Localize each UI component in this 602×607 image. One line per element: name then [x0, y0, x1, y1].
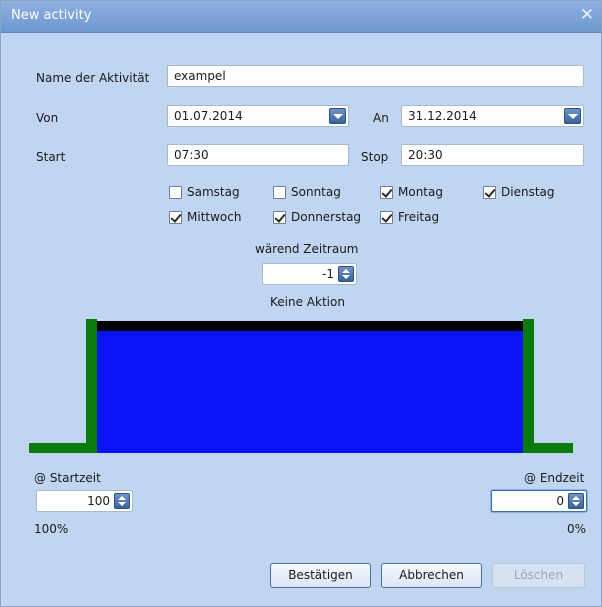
checkbox-freitag[interactable]: Freitag [380, 210, 439, 224]
checkbox-box [380, 185, 393, 199]
checkbox-label: Freitag [398, 210, 440, 224]
end-level-value: 0 [556, 494, 564, 508]
close-icon[interactable]: ✕ [576, 3, 598, 27]
spinner-icon[interactable] [568, 493, 584, 509]
an-date-picker[interactable]: 31.12.2014 [401, 105, 584, 127]
window-title: New activity [11, 8, 92, 23]
title-bar: New activity ✕ [1, 1, 601, 33]
confirm-button[interactable]: Bestätigen [270, 563, 371, 588]
start-level-spinner[interactable]: 100 [36, 490, 133, 512]
end-edge [523, 319, 534, 453]
new-activity-dialog: New activity ✕ Name der Aktivität Von 01… [0, 0, 602, 607]
period-label: wärend Zeitraum [255, 242, 359, 256]
checkbox-samstag[interactable]: Samstag [169, 185, 240, 199]
spinner-icon[interactable] [338, 266, 354, 282]
checkbox-label: Donnerstag [291, 210, 362, 224]
spin-up-icon[interactable] [118, 496, 126, 500]
spin-up-icon[interactable] [342, 269, 350, 273]
spin-up-icon[interactable] [572, 496, 580, 500]
checkbox-label: Dienstag [501, 185, 555, 199]
checkbox-box [273, 185, 286, 199]
action-text: Keine Aktion [270, 295, 345, 309]
period-spinner[interactable]: -1 [262, 263, 357, 285]
checkbox-label: Samstag [187, 185, 240, 199]
end-percent: 0% [567, 522, 587, 536]
checkbox-montag[interactable]: Montag [380, 185, 443, 199]
von-label: Von [36, 111, 59, 125]
von-date-picker[interactable]: 01.07.2014 [167, 105, 349, 127]
end-level-spinner[interactable]: 0 [491, 490, 587, 512]
checkbox-dienstag[interactable]: Dienstag [483, 185, 555, 199]
checkbox-mittwoch[interactable]: Mittwoch [169, 210, 241, 224]
stop-time-field[interactable] [401, 144, 584, 166]
checkbox-box [273, 210, 286, 224]
an-label: An [373, 111, 389, 125]
start-time-field[interactable] [167, 144, 349, 166]
spinner-icon[interactable] [114, 493, 130, 509]
chevron-down-icon[interactable] [564, 108, 581, 124]
an-date-value: 31.12.2014 [408, 109, 477, 123]
start-percent: 100% [34, 522, 69, 536]
checkbox-box [169, 185, 182, 199]
checkbox-donnerstag[interactable]: Donnerstag [273, 210, 361, 224]
spin-down-icon[interactable] [118, 502, 126, 506]
checkbox-box [483, 185, 496, 199]
name-label: Name der Aktivität [36, 71, 150, 85]
end-time-label: @ Endzeit [524, 471, 585, 485]
baseline-left [29, 443, 89, 453]
checkbox-box [380, 210, 393, 224]
cancel-button[interactable]: Abbrechen [381, 563, 482, 588]
checkbox-label: Sonntag [291, 185, 341, 199]
level-fill [97, 331, 523, 453]
name-field[interactable] [167, 65, 584, 87]
top-bar [97, 321, 523, 331]
checkbox-box [169, 210, 182, 224]
checkbox-label: Montag [398, 185, 443, 199]
start-level-value: 100 [87, 494, 110, 508]
start-label: Start [36, 150, 66, 164]
von-date-value: 01.07.2014 [174, 109, 243, 123]
checkbox-label: Mittwoch [187, 210, 242, 224]
checkbox-sonntag[interactable]: Sonntag [273, 185, 341, 199]
activity-level-graphic [29, 319, 573, 453]
delete-button[interactable]: Löschen [492, 563, 585, 588]
chevron-down-icon[interactable] [329, 108, 346, 124]
start-time-label: @ Startzeit [34, 471, 101, 485]
stop-label: Stop [361, 150, 389, 164]
period-value: -1 [322, 267, 334, 281]
spin-down-icon[interactable] [572, 502, 580, 506]
start-edge [86, 319, 97, 453]
spin-down-icon[interactable] [342, 275, 350, 279]
